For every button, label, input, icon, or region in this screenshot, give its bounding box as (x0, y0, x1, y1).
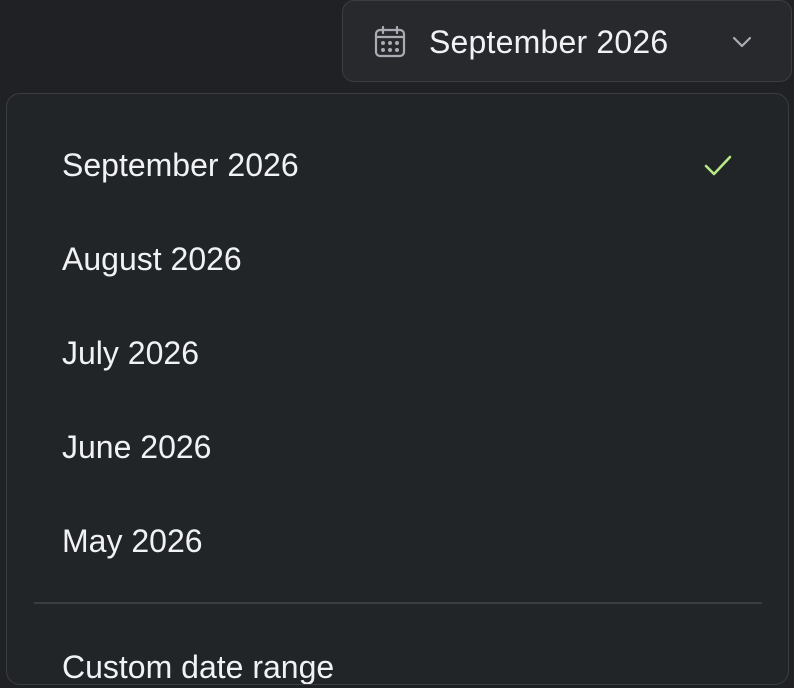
menu-item-july-2026[interactable]: July 2026 (7, 306, 788, 400)
menu-divider (34, 602, 762, 604)
custom-date-range-item[interactable]: Custom date range (7, 632, 788, 684)
menu-item-label: May 2026 (62, 522, 203, 559)
menu-item-label: August 2026 (62, 240, 242, 277)
selected-month-label: September 2026 (429, 24, 669, 60)
menu-item-june-2026[interactable]: June 2026 (7, 400, 788, 494)
menu-item-label: June 2026 (62, 428, 212, 465)
menu-item-label: September 2026 (62, 146, 299, 183)
menu-item-label: July 2026 (62, 334, 199, 371)
menu-item-may-2026[interactable]: May 2026 (7, 494, 788, 588)
month-dropdown-menu: September 2026 August 2026 July 2026 Jun… (6, 93, 789, 685)
calendar-icon (374, 25, 406, 58)
menu-item-august-2026[interactable]: August 2026 (7, 212, 788, 306)
check-icon (704, 155, 732, 176)
menu-item-september-2026[interactable]: September 2026 (7, 118, 788, 212)
month-picker-button[interactable]: September 2026 (342, 0, 792, 82)
chevron-down-icon (732, 36, 752, 48)
